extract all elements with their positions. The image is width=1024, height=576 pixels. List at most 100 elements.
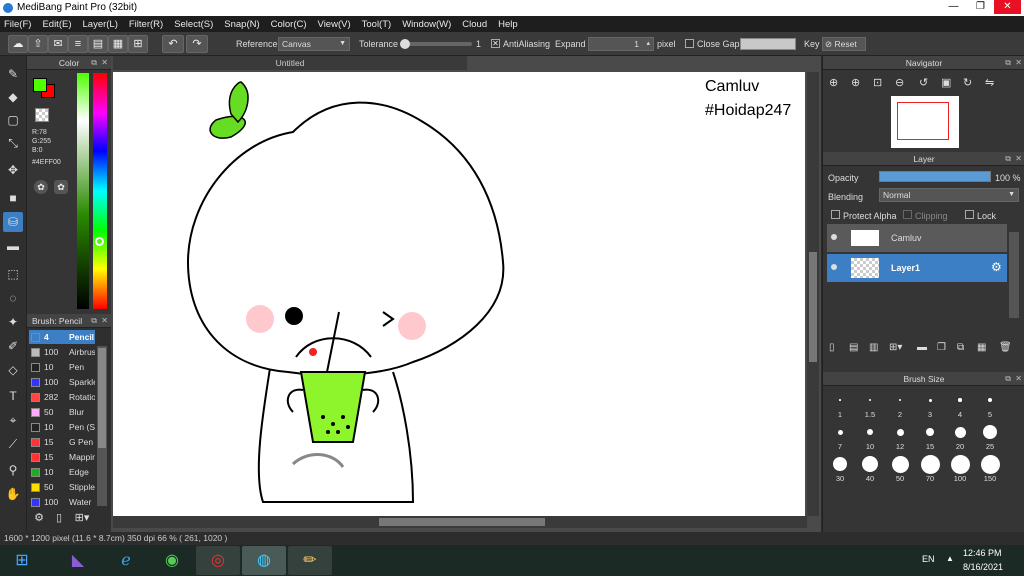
brush-tool-icon[interactable]: ✎ <box>3 64 23 84</box>
menu-snap[interactable]: Snap(N) <box>224 19 259 30</box>
foreground-color-swatch[interactable] <box>33 78 47 92</box>
protect-alpha-checkbox[interactable] <box>831 210 840 219</box>
reference-select[interactable]: Canvas ▼ <box>278 37 350 51</box>
brush-size-option[interactable]: 1.5 <box>857 390 883 420</box>
reset-view-icon[interactable]: ▣ <box>941 76 951 89</box>
rect-select-icon[interactable]: ⬚ <box>3 264 23 284</box>
brush-item[interactable]: 10 Pen (S <box>29 420 95 434</box>
grid-icon[interactable]: ⊞ <box>128 35 148 53</box>
undo-icon[interactable]: ↶ <box>162 35 184 53</box>
popout-icon[interactable]: ⧉ <box>1005 56 1011 70</box>
brush-alt-icon[interactable]: ⤡ <box>3 133 23 153</box>
operation-tool-icon[interactable]: ⌖ <box>3 410 23 430</box>
fit-icon[interactable]: ⊡ <box>873 76 882 89</box>
brush-size-option[interactable]: 10 <box>857 422 883 452</box>
brush-size-option[interactable]: 1 <box>827 390 853 420</box>
clipping-checkbox[interactable] <box>903 210 912 219</box>
move-tool-icon[interactable]: ✥ <box>3 160 23 180</box>
document-tab[interactable]: Untitled <box>113 56 467 70</box>
menu-edit[interactable]: Edit(E) <box>42 19 71 30</box>
brush-size-option[interactable]: 25 <box>977 422 1003 452</box>
bucket-tool-icon[interactable]: ⛁ <box>3 212 23 232</box>
brush-item[interactable]: 10 Pen <box>29 360 95 374</box>
brush-item[interactable]: 282 Rotation <box>29 390 95 404</box>
select-eraser-icon[interactable]: ◇ <box>3 360 23 380</box>
start-icon[interactable]: ⊞ <box>0 546 44 575</box>
grid-list-icon[interactable]: ▦ <box>108 35 128 53</box>
brush-item[interactable]: 15 G Pen <box>29 435 95 449</box>
brush-size-option[interactable]: 2 <box>887 390 913 420</box>
flip-icon[interactable]: ⇋ <box>985 76 994 89</box>
zoom-in-icon[interactable]: ⊕ <box>851 76 860 89</box>
add-layer-menu-icon[interactable]: ⊞▾ <box>889 342 902 353</box>
paint-icon[interactable]: ✏ <box>288 546 332 575</box>
vertical-scrollbar[interactable] <box>807 72 819 516</box>
slider-handle[interactable] <box>400 39 410 49</box>
hand-tool-icon[interactable]: ✋ <box>3 484 23 504</box>
share-icon[interactable]: ⇧ <box>28 35 48 53</box>
brush-item[interactable]: 50 Blur <box>29 405 95 419</box>
layer-settings-icon[interactable]: ▦ <box>977 342 986 353</box>
brush-scrollbar[interactable] <box>97 346 107 506</box>
antialiasing-checkbox[interactable]: ✕ <box>491 39 500 48</box>
brush-size-option[interactable]: 5 <box>977 390 1003 420</box>
brush-size-option[interactable]: 50 <box>887 454 913 484</box>
palette-icon[interactable]: ✿ <box>34 180 48 194</box>
close-icon[interactable]: ✕ <box>1015 372 1022 386</box>
magic-wand-icon[interactable]: ✦ <box>3 312 23 332</box>
brush-size-option[interactable]: 4 <box>947 390 973 420</box>
menu-color[interactable]: Color(C) <box>271 19 307 30</box>
new-halftone-layer-icon[interactable]: ▤ <box>849 342 858 353</box>
new-layer-icon[interactable]: ▯ <box>829 342 835 353</box>
text-tool-icon[interactable]: T <box>3 386 23 406</box>
lasso-select-icon[interactable]: ◌ <box>3 288 23 308</box>
visual-studio-icon[interactable]: ◣ <box>56 546 100 575</box>
hue-bar[interactable] <box>93 73 107 309</box>
color-settings-icon[interactable]: ✿ <box>54 180 68 194</box>
select-pen-icon[interactable]: ✐ <box>3 336 23 356</box>
folder-icon[interactable]: ▬ <box>917 342 927 353</box>
dot-tool-icon[interactable]: ▢ <box>3 110 23 130</box>
scroll-thumb[interactable] <box>379 518 545 526</box>
popout-icon[interactable]: ⧉ <box>1005 152 1011 166</box>
document-icon[interactable]: ▤ <box>88 35 108 53</box>
new-brush-icon[interactable]: ▯ <box>51 511 67 527</box>
close-gaps-swatch[interactable] <box>740 38 796 50</box>
brush-size-option[interactable]: 7 <box>827 422 853 452</box>
tray-chevron-icon[interactable]: ▲ <box>946 554 954 563</box>
brush-size-option[interactable]: 12 <box>887 422 913 452</box>
rotate-left-icon[interactable]: ↺ <box>919 76 928 89</box>
brush-size-option[interactable]: 100 <box>947 454 973 484</box>
menu-select[interactable]: Select(S) <box>174 19 213 30</box>
cloud-icon[interactable]: ☁ <box>8 35 28 53</box>
redo-icon[interactable]: ↷ <box>186 35 208 53</box>
popout-icon[interactable]: ⧉ <box>1005 372 1011 386</box>
menu-layer[interactable]: Layer(L) <box>83 19 118 30</box>
shape-tool-icon[interactable]: ■ <box>3 188 23 208</box>
hue-handle[interactable] <box>95 237 104 246</box>
divide-tool-icon[interactable]: ⟋ <box>3 434 23 454</box>
visibility-icon[interactable] <box>831 264 837 270</box>
brush-item[interactable]: 4 Pencil <box>29 330 95 344</box>
menu-view[interactable]: View(V) <box>318 19 351 30</box>
popout-icon[interactable]: ⧉ <box>91 56 97 70</box>
menu-window[interactable]: Window(W) <box>402 19 451 30</box>
medibang-icon[interactable]: ◍ <box>242 546 286 575</box>
gradient-tool-icon[interactable]: ▬ <box>3 236 23 256</box>
menu-filter[interactable]: Filter(R) <box>129 19 163 30</box>
close-icon[interactable]: ✕ <box>1015 56 1022 70</box>
zoom-out-icon[interactable]: ⊖ <box>895 76 904 89</box>
app-icon[interactable]: ◉ <box>150 546 194 575</box>
close-icon[interactable]: ✕ <box>101 314 108 328</box>
popout-icon[interactable]: ⧉ <box>91 314 97 328</box>
brush-size-option[interactable]: 70 <box>917 454 943 484</box>
scroll-thumb[interactable] <box>809 252 817 362</box>
layer-row-layer1[interactable]: Layer1 ⚙ <box>827 254 1007 282</box>
new-8bit-layer-icon[interactable]: ▥ <box>869 342 878 353</box>
language-indicator[interactable]: EN <box>922 554 935 564</box>
tolerance-slider[interactable] <box>400 39 472 49</box>
brush-size-option[interactable]: 150 <box>977 454 1003 484</box>
brush-item[interactable]: 100 Airbrush <box>29 345 95 359</box>
brush-size-option[interactable]: 3 <box>917 390 943 420</box>
brush-item[interactable]: 15 Mapping <box>29 450 95 464</box>
